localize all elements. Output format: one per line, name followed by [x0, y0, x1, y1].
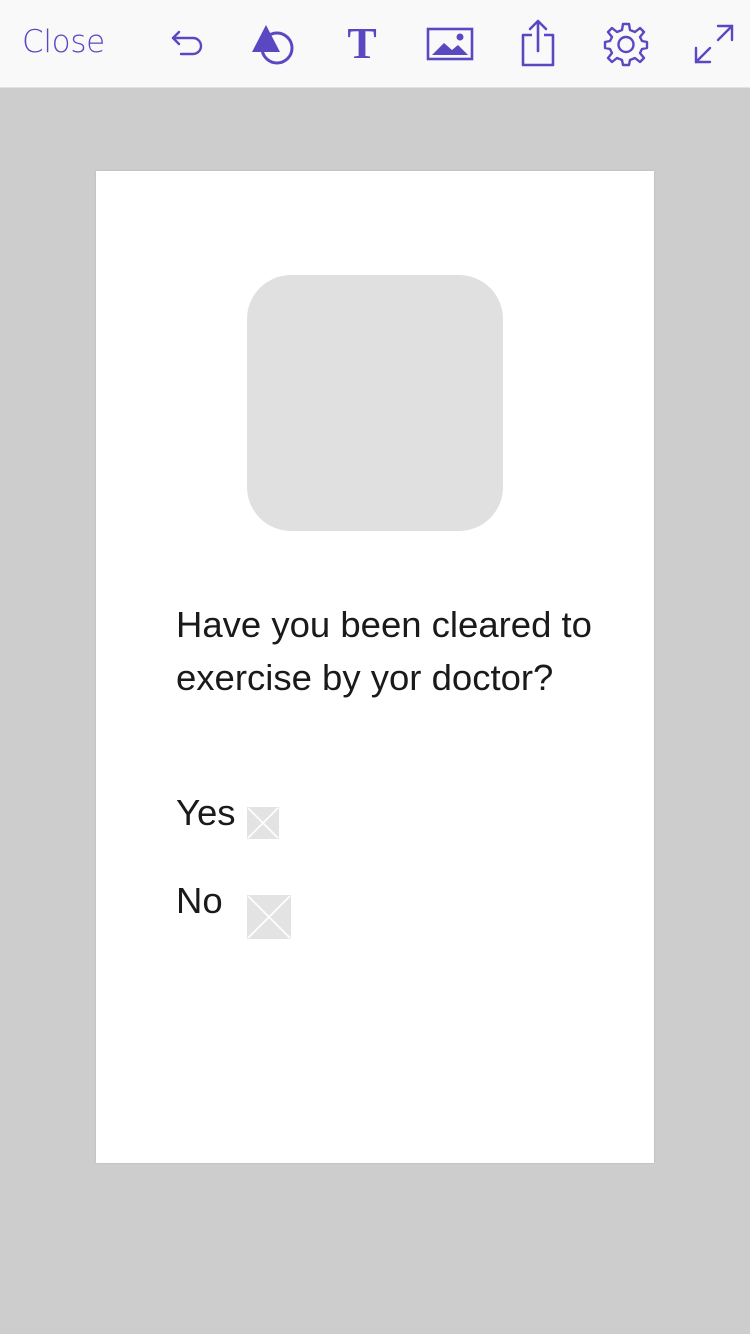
checkbox-placeholder-icon [247, 807, 279, 839]
expand-button[interactable] [688, 18, 740, 70]
checkbox-placeholder-icon [247, 895, 291, 939]
image-icon [426, 26, 474, 62]
yes-checkbox[interactable] [247, 807, 279, 839]
share-button[interactable] [512, 18, 564, 70]
text-tool-button[interactable]: T [336, 18, 388, 70]
settings-gear-icon [603, 21, 649, 67]
artboard-canvas[interactable]: Have you been cleared to exercise by yor… [96, 171, 654, 1163]
shapes-button[interactable] [247, 18, 299, 70]
question-text[interactable]: Have you been cleared to exercise by yor… [176, 599, 596, 704]
text-tool-icon: T [347, 19, 377, 68]
option-no-label: No [176, 880, 223, 921]
share-icon [518, 19, 558, 69]
option-yes-label: Yes [176, 792, 236, 833]
no-checkbox[interactable] [247, 895, 291, 939]
top-toolbar: Close T [0, 0, 750, 88]
undo-icon [167, 24, 207, 64]
settings-button[interactable] [600, 18, 652, 70]
image-button[interactable] [424, 18, 476, 70]
undo-button[interactable] [161, 18, 213, 70]
shapes-icon [247, 18, 299, 70]
image-placeholder[interactable] [247, 275, 503, 531]
expand-icon [692, 22, 736, 66]
close-button[interactable]: Close [22, 22, 105, 62]
